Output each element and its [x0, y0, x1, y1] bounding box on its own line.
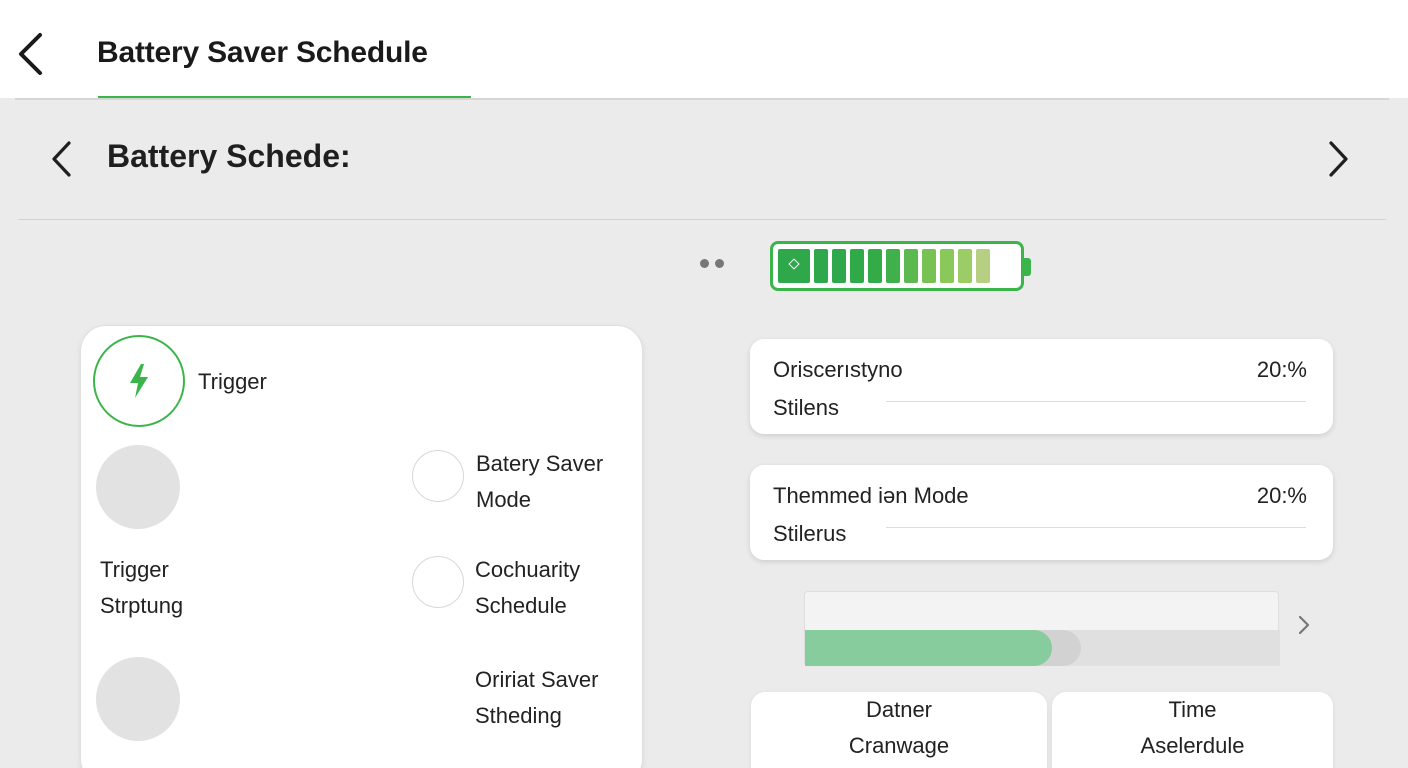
tile-line: Aselerdule [1140, 733, 1245, 758]
battery-saver-mode-radio[interactable] [412, 450, 464, 502]
page-title: Battery Saver Schedule [97, 36, 428, 69]
battery-cell [976, 249, 990, 283]
chevron-left-icon [52, 141, 71, 177]
tile-time[interactable]: Time Aselerdule [1052, 692, 1333, 768]
setting-sublabel: Stilens [773, 395, 840, 420]
battery-cell [832, 249, 846, 283]
battery-cell [886, 249, 900, 283]
battery-cell [850, 249, 864, 283]
option-label-line: Oririat Saver [475, 667, 599, 692]
page-dot [700, 259, 709, 268]
subheader-divider [18, 219, 1386, 220]
lightning-bolt-icon [130, 364, 148, 398]
option-label-line: Cochuarity [475, 557, 581, 582]
setting-value: 20:% [1256, 483, 1307, 508]
battery-cell [922, 249, 936, 283]
trigger-label: Trigger [198, 369, 267, 394]
battery-cell [940, 249, 954, 283]
battery-cap [1023, 258, 1031, 276]
page-dot [715, 259, 724, 268]
tile-line: Time [1168, 697, 1217, 722]
battery-cell [958, 249, 972, 283]
trigger-setup-line: Trigger [100, 557, 169, 582]
next-button[interactable] [1322, 138, 1356, 180]
option-label-line: Mode [476, 487, 532, 512]
back-button[interactable] [10, 28, 50, 80]
trigger-panel: Trigger Batery Saver Mode Trigger Strptu… [80, 325, 643, 768]
avatar-placeholder [96, 657, 180, 741]
setting-name: Oriscerıstyno [773, 357, 903, 382]
progress-fill [805, 630, 1052, 666]
header-divider [15, 98, 1389, 100]
progress-next-button[interactable] [1293, 611, 1315, 639]
option-label-line: Stheding [475, 703, 562, 728]
battery-cell [904, 249, 918, 283]
setting-divider [886, 401, 1306, 402]
setting-name: Themmed iən Mode [773, 483, 969, 508]
trigger-setup-label: Trigger Strptung [100, 552, 183, 624]
tile-line: Datner [865, 697, 933, 722]
chevron-left-icon [19, 33, 42, 75]
setting-divider [886, 527, 1306, 528]
tile-line: Cranwage [848, 733, 950, 758]
battery-cell [868, 249, 882, 283]
previous-button[interactable] [44, 138, 78, 180]
option-label: Batery Saver Mode [476, 446, 603, 518]
app-bar: Battery Saver Schedule [0, 0, 1408, 100]
schedule-title: Battery Schede: [107, 138, 351, 174]
setting-value: 20:% [1256, 357, 1307, 382]
battery-cell [814, 249, 828, 283]
setting-card[interactable]: Themmed iən Mode 20:% Stilerus [750, 465, 1333, 560]
avatar-placeholder [96, 445, 180, 529]
trigger-setup-line: Strptung [100, 593, 184, 618]
schedule-radio[interactable] [412, 556, 464, 608]
chevron-right-icon [1329, 141, 1348, 177]
setting-sublabel: Stilerus [773, 521, 847, 546]
battery-cell [778, 249, 810, 283]
trigger-button[interactable] [93, 335, 185, 427]
chevron-right-icon [1298, 615, 1310, 635]
option-label-line: Batery Saver [476, 451, 604, 476]
battery-level-indicator [770, 241, 1031, 291]
page-indicator[interactable] [700, 259, 724, 268]
setting-card[interactable]: Oriscerıstyno 20:% Stilens [750, 339, 1333, 434]
option-label-line: Schedule [475, 593, 567, 618]
tile-datner[interactable]: Datner Cranwage [751, 692, 1047, 768]
progress-bar[interactable] [804, 591, 1280, 666]
option-label: Cochuarity Schedule [475, 552, 580, 624]
option-label[interactable]: Oririat Saver Stheding [475, 662, 598, 734]
